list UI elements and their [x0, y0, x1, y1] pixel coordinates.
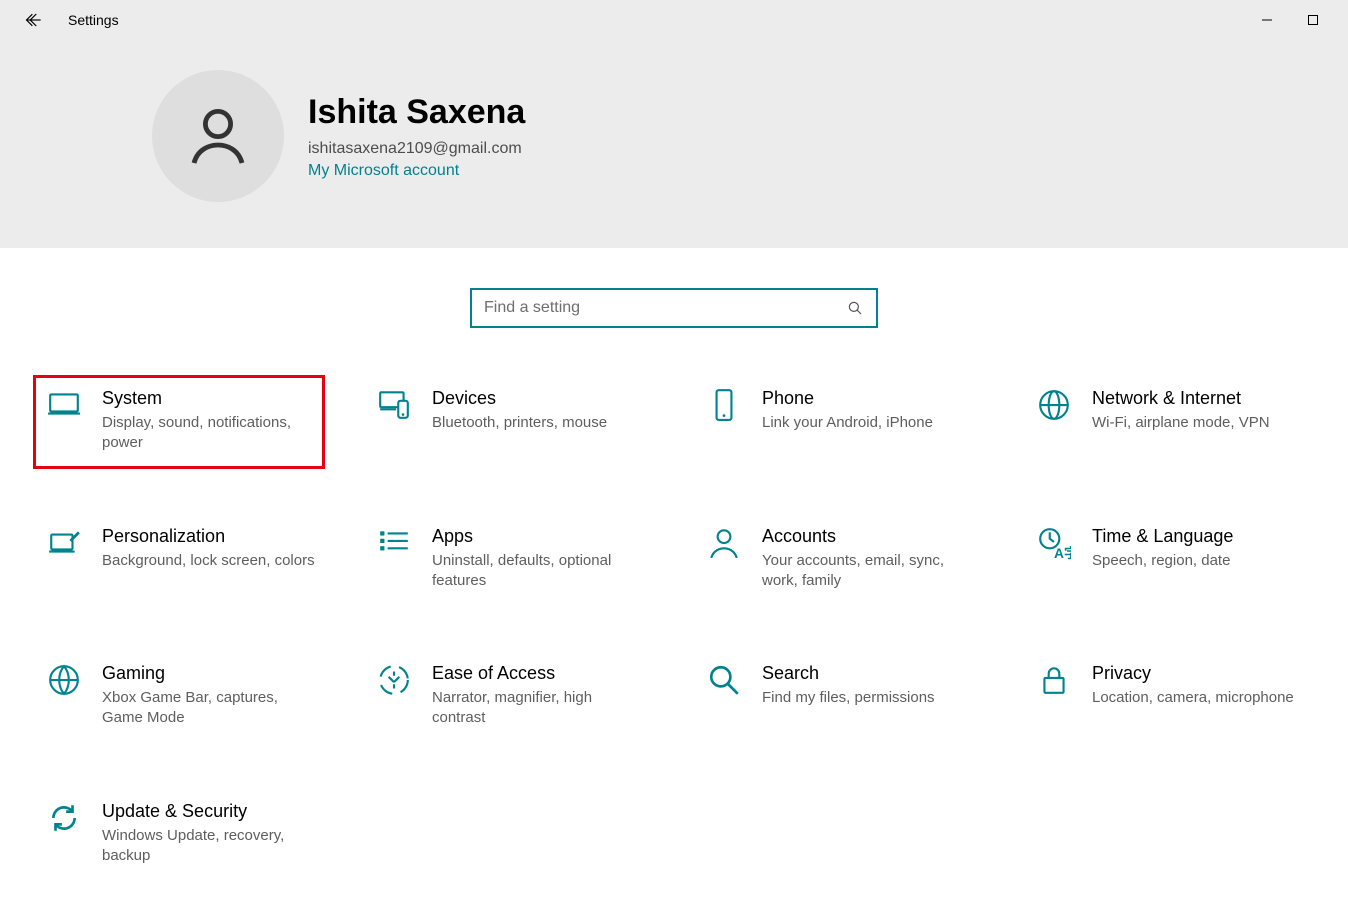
tile-text: Apps Uninstall, defaults, optional featur… — [432, 526, 646, 592]
brush-icon — [44, 526, 84, 592]
maximize-button[interactable] — [1290, 0, 1336, 40]
tile-description: Location, camera, microphone — [1092, 688, 1294, 708]
category-network[interactable]: Network & Internet Wi-Fi, airplane mode, … — [1024, 376, 1314, 468]
category-devices[interactable]: Devices Bluetooth, printers, mouse — [364, 376, 654, 468]
tile-text: Accounts Your accounts, email, sync, work… — [762, 526, 976, 592]
tile-description: Uninstall, defaults, optional features — [432, 551, 646, 592]
tile-text: System Display, sound, notifications, pow… — [102, 388, 316, 454]
category-personalization[interactable]: Personalization Background, lock screen, … — [34, 514, 324, 606]
tile-title: Devices — [432, 388, 607, 409]
search-icon — [846, 299, 864, 317]
lock-icon — [1034, 663, 1074, 729]
search-box[interactable] — [470, 288, 878, 328]
tile-description: Bluetooth, printers, mouse — [432, 413, 607, 433]
tile-text: Ease of Access Narrator, magnifier, high … — [432, 663, 646, 729]
tile-title: Update & Security — [102, 801, 316, 822]
tile-description: Find my files, permissions — [762, 688, 935, 708]
tile-text: Network & Internet Wi-Fi, airplane mode, … — [1092, 388, 1270, 454]
category-update-security[interactable]: Update & Security Windows Update, recover… — [34, 789, 324, 881]
tile-description: Windows Update, recovery, backup — [102, 826, 316, 867]
minimize-icon — [1261, 14, 1273, 26]
search-icon — [704, 663, 744, 729]
search-area — [0, 248, 1348, 376]
tile-description: Wi-Fi, airplane mode, VPN — [1092, 413, 1270, 433]
tile-text: Devices Bluetooth, printers, mouse — [432, 388, 607, 454]
timelang-icon — [1034, 526, 1074, 592]
tile-title: Accounts — [762, 526, 976, 547]
category-apps[interactable]: Apps Uninstall, defaults, optional featur… — [364, 514, 654, 606]
arrow-left-icon — [24, 10, 44, 30]
category-system[interactable]: System Display, sound, notifications, pow… — [34, 376, 324, 468]
maximize-icon — [1307, 14, 1319, 26]
microsoft-account-link[interactable]: My Microsoft account — [308, 162, 525, 180]
tile-text: Privacy Location, camera, microphone — [1092, 663, 1294, 729]
user-info: Ishita Saxena ishitasaxena2109@gmail.com… — [308, 93, 525, 180]
category-phone[interactable]: Phone Link your Android, iPhone — [694, 376, 984, 468]
phone-icon — [704, 388, 744, 454]
tile-title: Search — [762, 663, 935, 684]
user-email: ishitasaxena2109@gmail.com — [308, 140, 525, 158]
tile-description: Display, sound, notifications, power — [102, 413, 316, 454]
settings-grid: System Display, sound, notifications, pow… — [0, 376, 1348, 880]
tile-title: Network & Internet — [1092, 388, 1270, 409]
window-title: Settings — [68, 12, 119, 28]
user-hero: Ishita Saxena ishitasaxena2109@gmail.com… — [0, 40, 1348, 248]
category-accounts[interactable]: Accounts Your accounts, email, sync, work… — [694, 514, 984, 606]
tile-title: Ease of Access — [432, 663, 646, 684]
tile-title: System — [102, 388, 316, 409]
tile-title: Time & Language — [1092, 526, 1233, 547]
devices-icon — [374, 388, 414, 454]
avatar — [152, 70, 284, 202]
tile-text: Phone Link your Android, iPhone — [762, 388, 933, 454]
tile-title: Gaming — [102, 663, 316, 684]
tile-text: Time & Language Speech, region, date — [1092, 526, 1233, 592]
category-ease-of-access[interactable]: Ease of Access Narrator, magnifier, high … — [364, 651, 654, 743]
category-search[interactable]: Search Find my files, permissions — [694, 651, 984, 743]
update-icon — [44, 801, 84, 867]
tile-text: Gaming Xbox Game Bar, captures, Game Mode — [102, 663, 316, 729]
person-icon — [704, 526, 744, 592]
category-time-language[interactable]: Time & Language Speech, region, date — [1024, 514, 1314, 606]
tile-title: Privacy — [1092, 663, 1294, 684]
category-privacy[interactable]: Privacy Location, camera, microphone — [1024, 651, 1314, 743]
ease-icon — [374, 663, 414, 729]
person-icon — [182, 100, 254, 172]
tile-title: Apps — [432, 526, 646, 547]
tile-text: Update & Security Windows Update, recover… — [102, 801, 316, 867]
search-input[interactable] — [484, 299, 846, 317]
tile-description: Narrator, magnifier, high contrast — [432, 688, 646, 729]
user-display-name: Ishita Saxena — [308, 93, 525, 132]
tile-description: Link your Android, iPhone — [762, 413, 933, 433]
gaming-icon — [44, 663, 84, 729]
tile-description: Xbox Game Bar, captures, Game Mode — [102, 688, 316, 729]
minimize-button[interactable] — [1244, 0, 1290, 40]
tile-description: Background, lock screen, colors — [102, 551, 315, 571]
back-button[interactable] — [12, 0, 56, 40]
category-gaming[interactable]: Gaming Xbox Game Bar, captures, Game Mode — [34, 651, 324, 743]
tile-title: Phone — [762, 388, 933, 409]
monitor-icon — [44, 388, 84, 454]
tile-description: Your accounts, email, sync, work, family — [762, 551, 976, 592]
globe-icon — [1034, 388, 1074, 454]
titlebar: Settings — [0, 0, 1348, 40]
tile-title: Personalization — [102, 526, 315, 547]
tile-text: Personalization Background, lock screen, … — [102, 526, 315, 592]
apps-icon — [374, 526, 414, 592]
tile-description: Speech, region, date — [1092, 551, 1233, 571]
tile-text: Search Find my files, permissions — [762, 663, 935, 729]
